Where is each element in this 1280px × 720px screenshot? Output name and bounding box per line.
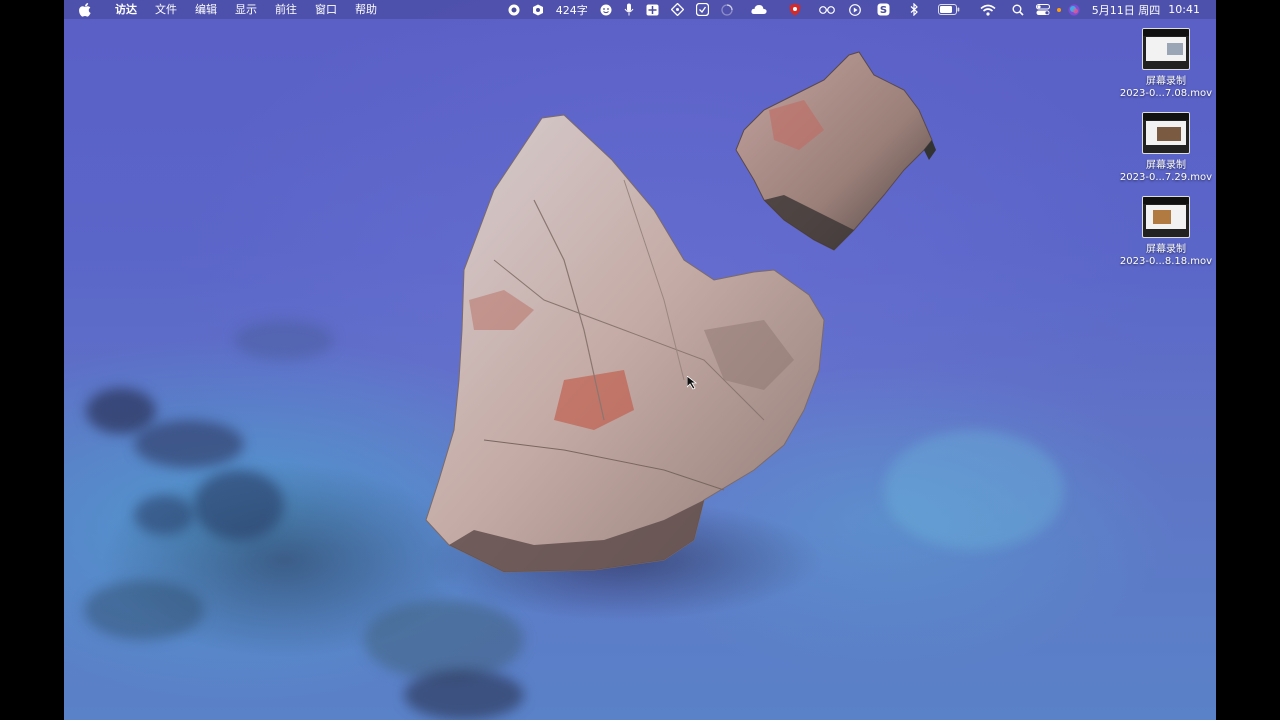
security-shield-icon[interactable]	[779, 0, 811, 19]
spinner-icon[interactable]	[715, 0, 739, 19]
menu-window[interactable]: 窗口	[306, 0, 346, 19]
play-icon[interactable]	[843, 0, 867, 19]
video-thumbnail-icon	[1142, 112, 1190, 154]
file-name-line1: 屏幕录制	[1146, 244, 1186, 255]
siri-icon[interactable]	[1062, 0, 1086, 19]
glasses-icon[interactable]	[811, 0, 843, 19]
video-thumbnail-icon	[1142, 196, 1190, 238]
rock-formation	[424, 51, 936, 620]
file-name-line2: 2023-0...7.08.mov	[1119, 88, 1213, 99]
microphone-icon[interactable]	[618, 0, 640, 19]
battery-icon[interactable]	[928, 0, 970, 19]
search-icon[interactable]	[1006, 0, 1030, 19]
svg-text:S: S	[880, 5, 887, 16]
input-method-icon[interactable]	[640, 0, 665, 19]
tag-icon[interactable]	[665, 0, 690, 19]
file-name-line2: 2023-0...7.29.mov	[1119, 172, 1213, 183]
desktop-file-icon[interactable]: 屏幕录制 2023-0...7.29.mov	[1116, 112, 1216, 184]
file-name-line2: 2023-0...8.18.mov	[1119, 256, 1213, 267]
file-name-line1: 屏幕录制	[1146, 160, 1186, 171]
menu-edit[interactable]: 编辑	[186, 0, 226, 19]
apple-logo-icon[interactable]	[78, 2, 92, 17]
desktop-icons-column: 屏幕录制 2023-0...7.08.mov 屏幕录制 2023-0...7.2…	[1116, 28, 1216, 280]
wifi-icon[interactable]	[970, 0, 1006, 19]
desktop-wallpaper: 屏幕录制 2023-0...7.08.mov 屏幕录制 2023-0...7.2…	[64, 0, 1216, 720]
word-count-label[interactable]: 424字	[550, 0, 594, 19]
mouse-cursor-icon	[687, 376, 697, 390]
video-thumbnail-icon	[1142, 28, 1190, 70]
record-icon[interactable]	[502, 0, 526, 19]
menu-app-name[interactable]: 访达	[106, 0, 146, 19]
menu-file[interactable]: 文件	[146, 0, 186, 19]
menu-go[interactable]: 前往	[266, 0, 306, 19]
menu-bar: 访达 文件 编辑 显示 前往 窗口 帮助 424字 S 5月11日 周四 10:…	[64, 0, 1216, 19]
desktop-file-icon[interactable]: 屏幕录制 2023-0...7.08.mov	[1116, 28, 1216, 100]
menu-help[interactable]: 帮助	[346, 0, 386, 19]
cloud-icon[interactable]	[739, 0, 779, 19]
menubar-time[interactable]: 10:41	[1166, 0, 1206, 19]
bluetooth-icon[interactable]	[900, 0, 928, 19]
menubar-date[interactable]: 5月11日 周四	[1086, 0, 1167, 19]
badge-icon[interactable]	[690, 0, 715, 19]
desktop-file-icon[interactable]: 屏幕录制 2023-0...8.18.mov	[1116, 196, 1216, 268]
control-center-icon[interactable]	[1030, 0, 1056, 19]
file-name-line1: 屏幕录制	[1146, 76, 1186, 87]
emoji-icon[interactable]	[594, 0, 618, 19]
shield-hex-icon[interactable]	[526, 0, 550, 19]
s-app-icon[interactable]: S	[867, 0, 900, 19]
menu-view[interactable]: 显示	[226, 0, 266, 19]
